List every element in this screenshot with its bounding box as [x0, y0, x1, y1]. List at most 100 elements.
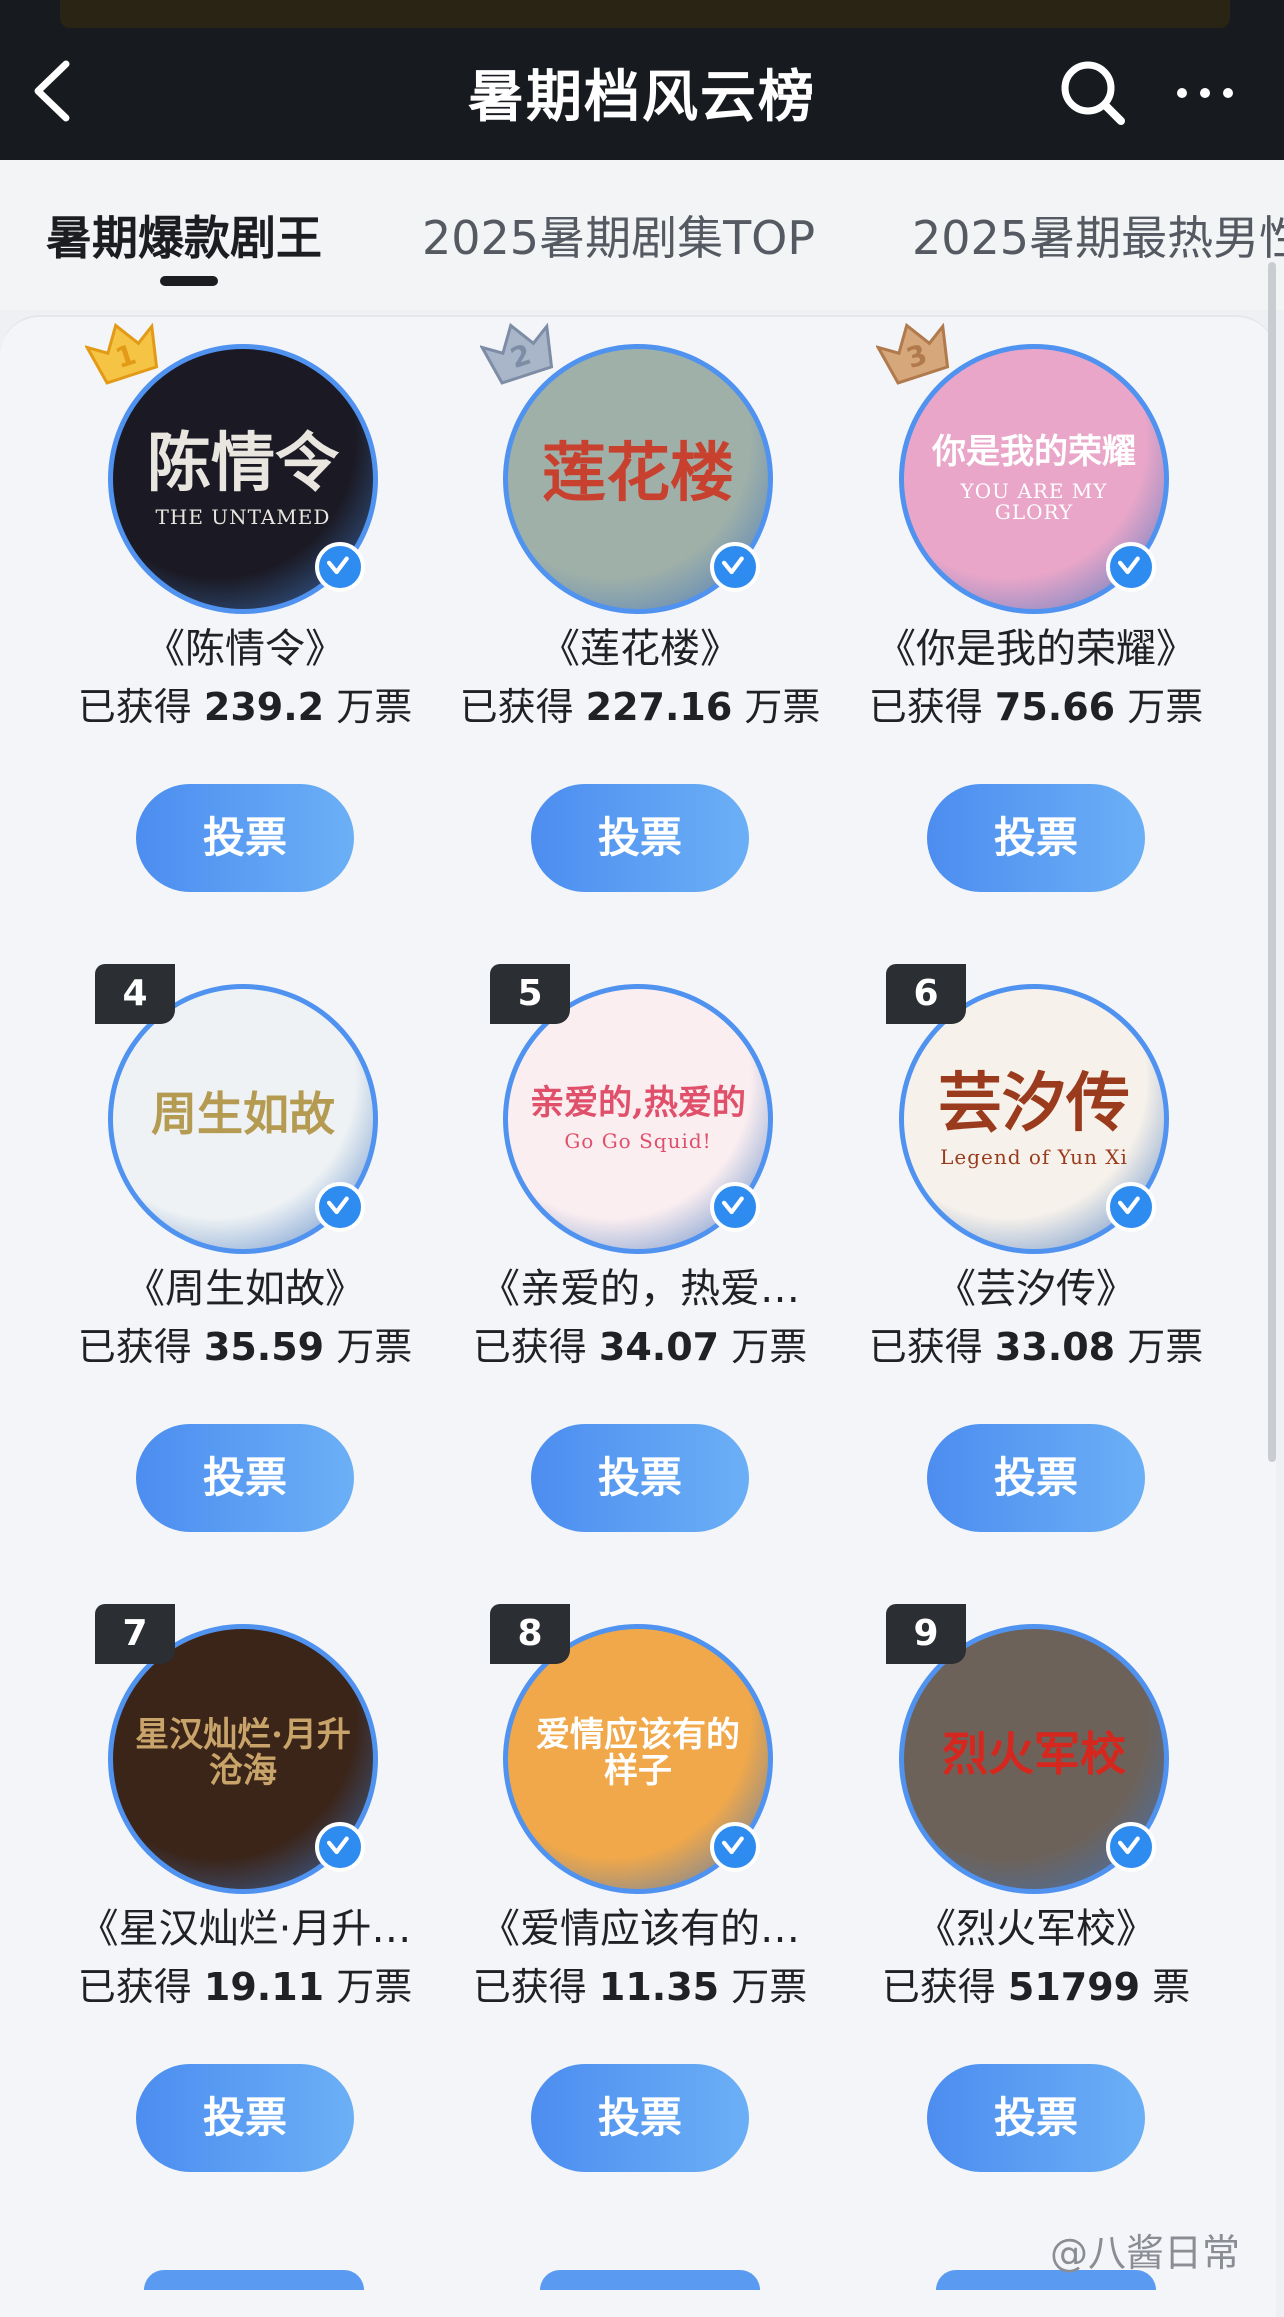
banner-strip [60, 0, 1230, 28]
rank-medal-icon: 3 [876, 322, 950, 385]
series-name: 《陈情令》 [145, 626, 345, 672]
vote-button[interactable]: 投票 [927, 1424, 1145, 1532]
votes-number: 11.35 [598, 1965, 720, 2009]
poster-subtitle: YOU ARE MY GLORY [960, 478, 1108, 524]
vote-button[interactable]: 投票 [136, 1424, 354, 1532]
poster-title: 星汉灿烂·月升沧海 [135, 1715, 351, 1791]
vote-count: 已获得 19.11 万票 [45, 1956, 445, 2011]
vote-count: 已获得 34.07 万票 [440, 1316, 840, 1371]
votes-prefix: 已获得 [472, 1965, 587, 2009]
verified-icon [710, 1182, 760, 1232]
vote-count: 已获得 239.2 万票 [45, 676, 445, 731]
next-row-avatar-peek [540, 2270, 760, 2290]
votes-unit: 万票 [731, 1965, 808, 2009]
poster-subtitle: Go Go Squid! [564, 1129, 712, 1154]
vote-count: 已获得 227.16 万票 [440, 676, 840, 731]
verified-icon [1106, 1822, 1156, 1872]
vote-button[interactable]: 投票 [531, 2064, 749, 2172]
vote-button[interactable]: 投票 [927, 784, 1145, 892]
more-icon[interactable] [1174, 78, 1236, 108]
rank-badge: 5 [490, 964, 570, 1024]
poster-title: 你是我的荣耀 [932, 432, 1136, 473]
votes-unit: 万票 [336, 685, 413, 729]
vote-count: 已获得 33.08 万票 [836, 1316, 1236, 1371]
ranking-card[interactable]: 芸汐传 Legend of Yun Xi 《芸汐传》 已获得 33.08 万票 … [836, 950, 1236, 1590]
rank-badge: 8 [490, 1604, 570, 1664]
series-name: 《你是我的荣耀》 [876, 626, 1196, 672]
ranking-card[interactable]: 周生如故 《周生如故》 已获得 35.59 万票 投票 4 [45, 950, 445, 1590]
votes-prefix: 已获得 [459, 685, 574, 729]
scrollbar[interactable] [1268, 262, 1276, 1462]
vote-count: 已获得 75.66 万票 [836, 676, 1236, 731]
vote-count: 已获得 51799 票 [836, 1956, 1236, 2011]
votes-number: 34.07 [598, 1325, 720, 1369]
vote-button[interactable]: 投票 [136, 784, 354, 892]
vote-count: 已获得 11.35 万票 [440, 1956, 840, 2011]
rank-badge: 9 [886, 1604, 966, 1664]
verified-icon [315, 542, 365, 592]
series-name: 《芸汐传》 [936, 1266, 1136, 1312]
votes-number: 51799 [1007, 1965, 1141, 2009]
active-tab-indicator [160, 276, 218, 286]
watermark: @八酱日常 [1050, 2231, 1241, 2275]
verified-icon [1106, 542, 1156, 592]
votes-unit: 万票 [336, 1965, 413, 2009]
votes-prefix: 已获得 [77, 1325, 192, 1369]
votes-prefix: 已获得 [868, 685, 983, 729]
vote-button[interactable]: 投票 [927, 2064, 1145, 2172]
verified-icon [710, 1822, 760, 1872]
votes-unit: 万票 [1127, 685, 1204, 729]
votes-unit: 万票 [336, 1325, 413, 1369]
ranking-card[interactable]: 莲花楼 《莲花楼》 已获得 227.16 万票 投票 2 [440, 310, 840, 950]
ranking-card[interactable]: 亲爱的,热爱的 Go Go Squid! 《亲爱的，热爱… 已获得 34.07 … [440, 950, 840, 1590]
rank-badge: 7 [95, 1604, 175, 1664]
tab-2025-summer-hottest-male[interactable]: 2025暑期最热男性 [912, 202, 1284, 268]
votes-unit: 票 [1152, 1965, 1191, 2009]
series-name: 《烈火军校》 [916, 1906, 1156, 1952]
votes-number: 35.59 [203, 1325, 325, 1369]
poster-title: 亲爱的,热爱的 [530, 1082, 746, 1123]
verified-icon [710, 542, 760, 592]
votes-prefix: 已获得 [868, 1325, 983, 1369]
poster-subtitle: THE UNTAMED [155, 505, 331, 530]
votes-prefix: 已获得 [881, 1965, 996, 2009]
tab-summer-hit-king[interactable]: 暑期爆款剧王 [46, 202, 322, 268]
votes-number: 33.08 [994, 1325, 1116, 1369]
ranking-card[interactable]: 烈火军校 《烈火军校》 已获得 51799 票 投票 9 [836, 1590, 1236, 2230]
ranking-card[interactable]: 陈情令 THE UNTAMED 《陈情令》 已获得 239.2 万票 投票 1 [45, 310, 445, 950]
votes-number: 239.2 [203, 685, 325, 729]
vote-button[interactable]: 投票 [531, 784, 749, 892]
series-name: 《亲爱的，热爱… [480, 1266, 800, 1312]
vote-button[interactable]: 投票 [136, 2064, 354, 2172]
rank-badge: 4 [95, 964, 175, 1024]
poster-title: 莲花楼 [542, 436, 734, 512]
vote-count: 已获得 35.59 万票 [45, 1316, 445, 1371]
rank-medal-icon: 1 [85, 322, 159, 385]
ranking-card[interactable]: 你是我的荣耀 YOU ARE MY GLORY 《你是我的荣耀》 已获得 75.… [836, 310, 1236, 950]
series-name: 《周生如故》 [125, 1266, 365, 1312]
rank-badge: 6 [886, 964, 966, 1024]
poster-title: 烈火军校 [942, 1726, 1126, 1781]
votes-unit: 万票 [1127, 1325, 1204, 1369]
top-bar: 暑期档风云榜 [0, 0, 1284, 160]
poster-title: 芸汐传 [938, 1065, 1130, 1141]
ranking-card[interactable]: 爱情应该有的样子 《爱情应该有的… 已获得 11.35 万票 投票 8 [440, 1590, 840, 2230]
vote-button[interactable]: 投票 [531, 1424, 749, 1532]
poster-title: 陈情令 [147, 425, 339, 501]
tab-bar: 暑期爆款剧王 2025暑期剧集TOP 2025暑期最热男性 [0, 160, 1284, 310]
poster-title: 周生如故 [151, 1086, 335, 1141]
verified-icon [315, 1182, 365, 1232]
votes-unit: 万票 [744, 685, 821, 729]
votes-prefix: 已获得 [472, 1325, 587, 1369]
series-name: 《莲花楼》 [540, 626, 740, 672]
votes-number: 75.66 [994, 685, 1116, 729]
ranking-card[interactable]: 星汉灿烂·月升沧海 《星汉灿烂·月升… 已获得 19.11 万票 投票 7 [45, 1590, 445, 2230]
tab-2025-summer-series-top[interactable]: 2025暑期剧集TOP [422, 202, 815, 268]
rank-medal-icon: 2 [480, 322, 554, 385]
votes-prefix: 已获得 [77, 685, 192, 729]
verified-icon [315, 1822, 365, 1872]
series-name: 《星汉灿烂·月升… [78, 1906, 412, 1952]
series-name: 《爱情应该有的… [480, 1906, 800, 1952]
verified-icon [1106, 1182, 1156, 1232]
search-icon[interactable] [1058, 58, 1128, 128]
